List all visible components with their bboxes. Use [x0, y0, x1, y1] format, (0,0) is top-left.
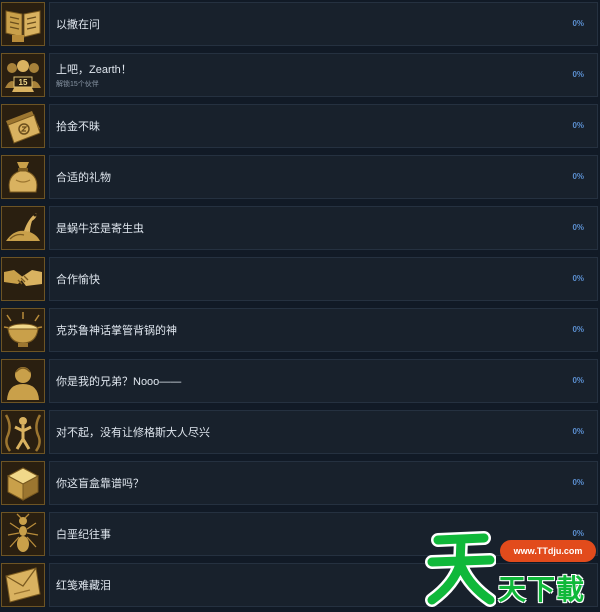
achievement-panel: 你是我的兄弟？Nooo—— 0%: [49, 359, 598, 403]
achievement-row[interactable]: 克苏鲁神话掌管背锅的神 0%: [0, 306, 600, 357]
handshake-icon: [1, 257, 45, 301]
achievement-row[interactable]: 是蜗牛还是寄生虫 0%: [0, 204, 600, 255]
mystery-box-icon: [1, 461, 45, 505]
achievement-panel: 克苏鲁神话掌管背锅的神 0%: [49, 308, 598, 352]
ant-icon: [1, 512, 45, 556]
achievement-title: 合适的礼物: [56, 172, 111, 184]
achievement-progress: 0%: [572, 274, 584, 283]
achievement-row[interactable]: 拾金不昧 0%: [0, 102, 600, 153]
achievement-progress: 0%: [572, 172, 584, 181]
achievement-panel: 是蜗牛还是寄生虫 0%: [49, 206, 598, 250]
achievement-title: 对不起，没有让修格斯大人尽兴: [56, 427, 210, 439]
achievement-title: 是蜗牛还是寄生虫: [56, 223, 144, 235]
achievement-progress: 0%: [572, 478, 584, 487]
achievement-title: 以撒在问: [56, 19, 100, 31]
letter-icon: [1, 563, 45, 607]
achievement-row[interactable]: 合作愉快 0%: [0, 255, 600, 306]
achievement-row[interactable]: 对不起，没有让修格斯大人尽兴 0%: [0, 408, 600, 459]
money-bill-icon: [1, 104, 45, 148]
achievement-title: 你这盲盒靠谱吗？: [56, 478, 144, 490]
achievement-title: 克苏鲁神话掌管背锅的神: [56, 325, 177, 337]
person-silhouette-icon: [1, 359, 45, 403]
gift-sack-icon: [1, 155, 45, 199]
achievement-title: 红笺难藏泪: [56, 580, 111, 592]
achievement-panel: 合适的礼物 0%: [49, 155, 598, 199]
achievement-row[interactable]: 15 上吧，Zearth！ 解锁15个伙伴 0%: [0, 51, 600, 102]
achievement-title: 上吧，Zearth！: [56, 64, 132, 76]
watermark-logo-icon: [425, 531, 496, 607]
achievement-row[interactable]: 你是我的兄弟？Nooo—— 0%: [0, 357, 600, 408]
achievement-progress: 0%: [572, 121, 584, 130]
open-book-icon: [1, 2, 45, 46]
achievement-title: 白垩纪往事: [56, 529, 111, 541]
achievement-progress: 0%: [572, 19, 584, 28]
watermark-brand: 天下載: [498, 574, 586, 605]
achievement-panel: 以撒在问 0%: [49, 2, 598, 46]
achievement-panel: 你这盲盒靠谱吗？ 0%: [49, 461, 598, 505]
tentacle-figure-icon: [1, 410, 45, 454]
achievement-row[interactable]: 合适的礼物 0%: [0, 153, 600, 204]
achievement-panel: 对不起，没有让修格斯大人尽兴 0%: [49, 410, 598, 454]
watermark-url: www.TTdju.com: [500, 540, 596, 562]
bowl-icon: [1, 308, 45, 352]
achievement-progress: 0%: [572, 223, 584, 232]
achievement-title: 合作愉快: [56, 274, 100, 286]
achievement-panel: 上吧，Zearth！ 解锁15个伙伴 0%: [49, 53, 598, 97]
achievement-progress: 0%: [572, 427, 584, 436]
achievement-subtitle: 解锁15个伙伴: [56, 81, 99, 88]
achievement-list: 以撒在问 0% 15 上吧，Zearth！ 解锁15个伙伴 0% 拾金不昧 0%…: [0, 0, 600, 607]
snail-creature-icon: [1, 206, 45, 250]
achievement-progress: 0%: [572, 70, 584, 79]
achievement-row[interactable]: 以撒在问 0%: [0, 0, 600, 51]
achievement-row[interactable]: 你这盲盒靠谱吗？ 0%: [0, 459, 600, 510]
svg-text:15: 15: [19, 78, 28, 87]
achievement-panel: 合作愉快 0%: [49, 257, 598, 301]
achievement-title: 你是我的兄弟？Nooo——: [56, 376, 182, 388]
achievement-progress: 0%: [572, 376, 584, 385]
achievement-panel: 拾金不昧 0%: [49, 104, 598, 148]
achievement-title: 拾金不昧: [56, 121, 100, 133]
achievement-progress: 0%: [572, 325, 584, 334]
site-watermark: www.TTdju.com 天下載: [420, 528, 600, 607]
party-15-icon: 15: [1, 53, 45, 97]
